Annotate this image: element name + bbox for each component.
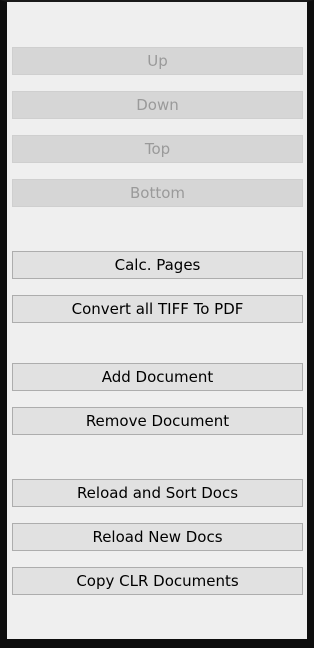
reload-and-sort-docs-button[interactable]: Reload and Sort Docs	[12, 479, 303, 507]
remove-document-button[interactable]: Remove Document	[12, 407, 303, 435]
convert-tiff-to-pdf-button[interactable]: Convert all TIFF To PDF	[12, 295, 303, 323]
calc-pages-button[interactable]: Calc. Pages	[12, 251, 303, 279]
reload-new-docs-button[interactable]: Reload New Docs	[12, 523, 303, 551]
add-document-button[interactable]: Add Document	[12, 363, 303, 391]
top-button[interactable]: Top	[12, 135, 303, 163]
document-button-panel-frame: Up Down Top Bottom Calc. Pages Convert a…	[0, 0, 314, 648]
up-button[interactable]: Up	[12, 47, 303, 75]
bottom-button[interactable]: Bottom	[12, 179, 303, 207]
copy-clr-documents-button[interactable]: Copy CLR Documents	[12, 567, 303, 595]
document-button-panel: Up Down Top Bottom Calc. Pages Convert a…	[7, 2, 307, 639]
down-button[interactable]: Down	[12, 91, 303, 119]
